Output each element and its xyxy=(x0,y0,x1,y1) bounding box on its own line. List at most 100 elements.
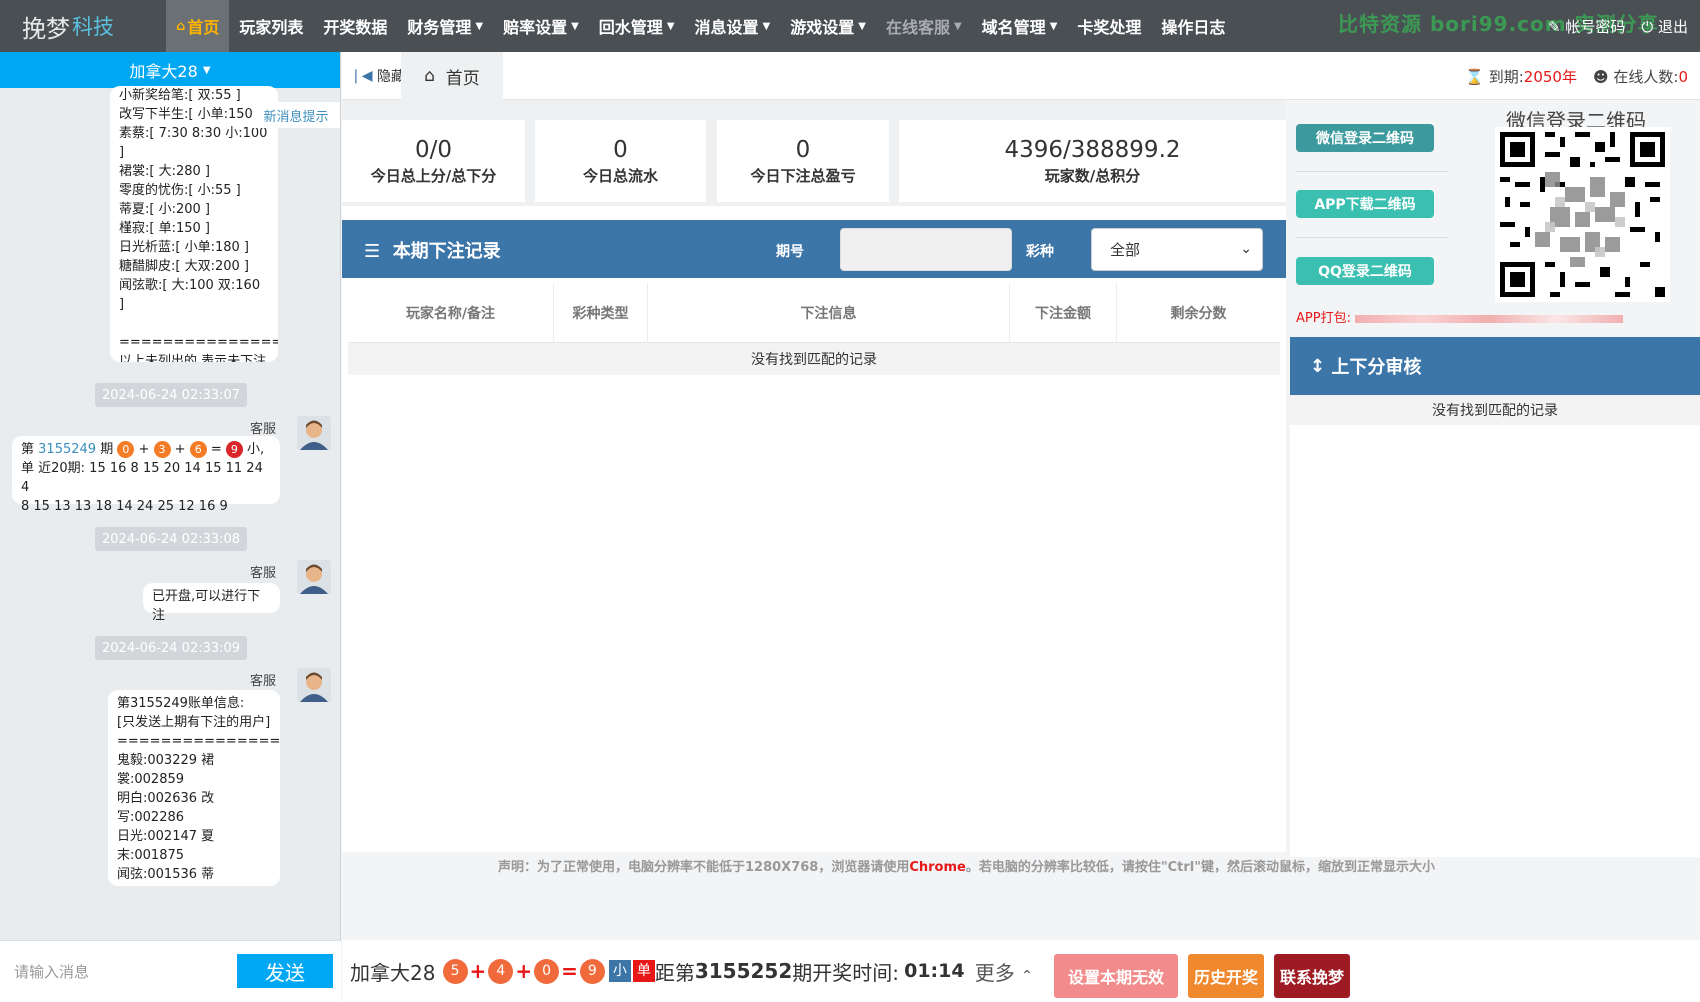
audit-panel-header: ↕ 上下分审核 xyxy=(1290,337,1700,395)
qq-qr-button[interactable]: QQ登录二维码 xyxy=(1296,257,1434,285)
nav-label: 玩家列表 xyxy=(239,18,304,37)
online-label: 在线人数: xyxy=(1613,68,1679,86)
countdown: 01:14 xyxy=(904,960,965,982)
ball-result: 9 xyxy=(579,958,605,984)
nav-game-settings[interactable]: 游戏设置 ▼ xyxy=(780,0,876,52)
stat-value: 0 xyxy=(613,136,628,163)
nav-domains[interactable]: 域名管理 ▼ xyxy=(972,0,1068,52)
stat-label: 今日总流水 xyxy=(582,166,658,185)
lottery-select[interactable]: 全部 ⌄ xyxy=(1091,228,1263,271)
bottom-draw-bar: 加拿大28 5 +4 +0 = 9 小单 距第 3155252 期开奖时间: 01:14 … xyxy=(342,940,1700,1002)
avatar xyxy=(297,560,331,594)
tab-home[interactable]: ⌂ 首页 xyxy=(401,52,503,100)
nav-operation-log[interactable]: 操作日志 xyxy=(1151,0,1235,52)
stat-card: 0/0 今日总上分/总下分 xyxy=(342,120,525,202)
period-link[interactable]: 3155249 xyxy=(38,442,96,457)
send-button[interactable]: 发送 xyxy=(237,954,333,988)
chat-timestamp: 2024-06-24 02:33:09 xyxy=(95,636,248,660)
logout-link[interactable]: ⏻ 退出 xyxy=(1641,16,1688,37)
audit-title: 上下分审核 xyxy=(1331,357,1422,378)
app-package-info: APP打包: xyxy=(1296,307,1624,326)
contact-button[interactable]: 联系挽梦 xyxy=(1274,954,1350,998)
resolution-notice: 声明：为了正常使用，电脑分辨率不能低于1280X768，浏览器请使用Chrome… xyxy=(342,852,1700,916)
lottery-selector[interactable]: 加拿大28 ▼ xyxy=(0,52,340,88)
ball-number: 4 xyxy=(488,958,514,984)
app-root: 挽梦 科技 ⌂ 首页 玩家列表 开奖数据 财务管理 ▼ 赔率设置 ▼ 回水管理 ▼ 消息设… xyxy=(0,0,1700,1002)
blurred-url xyxy=(1355,314,1624,323)
online-value: 0 xyxy=(1678,68,1688,86)
nav-label: 消息设置 xyxy=(694,18,759,37)
app-download-qr-button[interactable]: APP下载二维码 xyxy=(1296,190,1434,218)
hide-sidebar-button[interactable]: ❘◀ 隐藏 xyxy=(350,66,405,86)
chat-timestamp: 2024-06-24 02:33:08 xyxy=(95,527,248,551)
nav-player-list[interactable]: 玩家列表 xyxy=(229,0,313,52)
nav-finance[interactable]: 财务管理 ▼ xyxy=(397,0,493,52)
chat-sender: 客服 xyxy=(250,422,277,437)
account-label: 帐号密码 xyxy=(1565,17,1626,36)
chat-sender: 客服 xyxy=(250,566,277,581)
expire-value: 2050年 xyxy=(1523,68,1577,86)
notice-browser: Chrome xyxy=(909,860,966,875)
nav-label: 财务管理 xyxy=(407,18,472,37)
lottery-label: 彩种 xyxy=(1026,244,1054,260)
nav-home[interactable]: ⌂ 首页 xyxy=(166,0,230,52)
ball-result: 9 xyxy=(225,441,243,458)
updown-arrow-icon: ↕ xyxy=(1310,355,1326,377)
plus-sign: + xyxy=(515,959,533,983)
caret-down-icon: ▼ xyxy=(1049,20,1058,32)
bets-table-header: 玩家名称/备注 彩种类型 下注信息 下注金额 剩余分数 xyxy=(348,283,1280,343)
ball-number: 0 xyxy=(117,441,135,458)
column-header[interactable]: 剩余分数 xyxy=(1117,283,1280,343)
column-header[interactable]: 下注金额 xyxy=(1010,283,1117,343)
nav-stuck-draws[interactable]: 卡奖处理 xyxy=(1067,0,1151,52)
history-draws-button[interactable]: 历史开奖 xyxy=(1188,954,1264,998)
chat-message-input[interactable]: 请输入消息 xyxy=(14,961,224,985)
nav-odds[interactable]: 赔率设置 ▼ xyxy=(493,0,589,52)
nav-messages[interactable]: 消息设置 ▼ xyxy=(685,0,781,52)
expire-info: ⌛ 到期:2050年 xyxy=(1465,66,1577,87)
caret-down-icon: ▼ xyxy=(762,20,771,32)
expire-label: 到期: xyxy=(1488,68,1524,86)
account-password-link[interactable]: ✎ 帐号密码 xyxy=(1548,16,1625,37)
nav-label: 卡奖处理 xyxy=(1077,18,1142,37)
next-period: 3155252 xyxy=(694,959,793,983)
avatar xyxy=(297,416,331,450)
stat-label: 玩家数/总积分 xyxy=(1044,166,1141,185)
plus-sign: + xyxy=(469,959,487,983)
stat-label: 今日总上分/总下分 xyxy=(370,166,497,185)
void-current-period-button[interactable]: 设置本期无效 xyxy=(1054,954,1178,998)
stat-card: 4396/388899.2 玩家数/总积分 xyxy=(899,120,1286,202)
audit-empty-row: 没有找到匹配的记录 xyxy=(1290,395,1700,425)
stat-card: 0 今日总流水 xyxy=(535,120,706,202)
list-icon: ☰ xyxy=(364,241,381,262)
column-header[interactable]: 下注信息 xyxy=(648,283,1010,343)
nav-label: 游戏设置 xyxy=(790,18,855,37)
chat-sender: 客服 xyxy=(250,674,277,689)
right-column: 微信登录二维码 APP下载二维码 QQ登录二维码 微信登录二维码 APP打包: … xyxy=(1286,100,1700,857)
nav-draw-data[interactable]: 开奖数据 xyxy=(313,0,397,52)
main-content: 0/0 今日总上分/总下分 0 今日总流水 0 今日下注总盈亏 4396/388899… xyxy=(342,100,1286,852)
period-input[interactable] xyxy=(840,228,1012,271)
more-button[interactable]: 更多 ⌃ xyxy=(975,957,1033,986)
odd-tag: 单 xyxy=(632,960,655,982)
column-header[interactable]: 彩种类型 xyxy=(554,283,648,343)
chevron-down-icon: ⌄ xyxy=(1240,241,1252,257)
notice-text: 声明：为了正常使用，电脑分辨率不能低于1280X768，浏览器请使用 xyxy=(498,860,910,875)
wechat-qr-button[interactable]: 微信登录二维码 xyxy=(1296,124,1434,152)
stat-value: 4396/388899.2 xyxy=(1004,136,1181,163)
audit-panel-body: 没有找到匹配的记录 xyxy=(1290,395,1700,857)
qr-code-image xyxy=(1495,127,1670,302)
lottery-select-value: 全部 xyxy=(1110,241,1141,259)
nav-rebate[interactable]: 回水管理 ▼ xyxy=(589,0,685,52)
draw-time-label: 期开奖时间: xyxy=(792,960,900,985)
nav-label: 操作日志 xyxy=(1161,18,1226,37)
new-message-hint[interactable]: 新消息提示 xyxy=(252,102,340,128)
bets-title-label: 本期下注记录 xyxy=(392,241,501,262)
hourglass-icon: ⌛ xyxy=(1465,68,1484,86)
nav-online-service[interactable]: 在线客服 ▼ xyxy=(876,0,972,52)
brand-sub: 科技 xyxy=(72,15,114,39)
column-header[interactable]: 玩家名称/备注 xyxy=(348,283,554,343)
divider xyxy=(1296,171,1449,172)
brand-main: 挽梦 xyxy=(22,14,70,43)
tab-bar: ❘◀ 隐藏 ⌂ 首页 ⌛ 到期:2050年 ☻ 在线人数:0 xyxy=(342,52,1700,100)
